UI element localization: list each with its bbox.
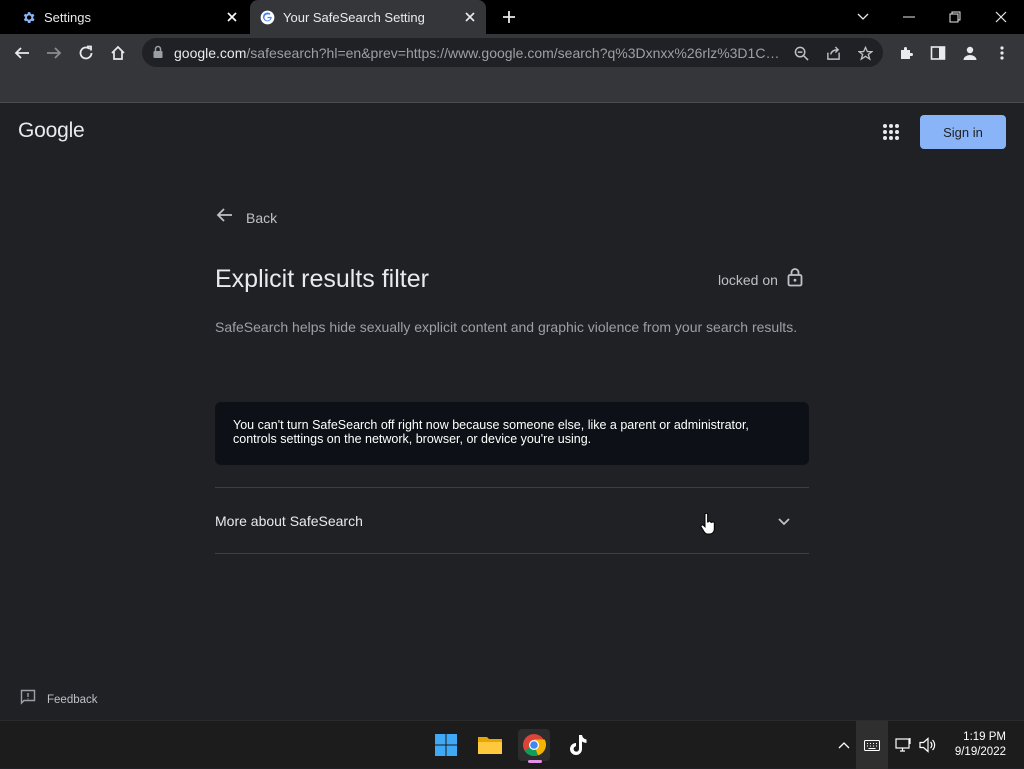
back-arrow-icon[interactable] [9,40,35,66]
locked-notice: You can't turn SafeSearch off right now … [215,402,809,465]
back-link[interactable]: Back [216,207,277,228]
url-text: google.com/safesearch?hl=en&prev=https:/… [174,45,784,61]
menu-kebab-icon[interactable] [989,40,1015,66]
tab-search-chevron-icon[interactable] [851,5,875,29]
share-icon[interactable] [822,42,844,64]
apps-grid-icon[interactable] [879,120,903,144]
restore-icon[interactable] [943,5,967,29]
minimize-icon[interactable] [897,5,921,29]
feedback-link[interactable]: Feedback [20,689,98,710]
gear-icon [20,9,36,25]
tab-title: Settings [44,10,91,25]
more-about-label: More about SafeSearch [215,512,363,529]
volume-icon[interactable] [917,733,939,757]
file-explorer-icon[interactable] [474,729,506,761]
close-tab-icon[interactable] [462,9,478,25]
google-logo[interactable]: Google [18,119,85,143]
tab-title: Your SafeSearch Setting [283,10,425,25]
lock-icon[interactable] [152,45,164,59]
address-bar[interactable]: google.com/safesearch?hl=en&prev=https:/… [142,38,883,67]
windows-taskbar: 1:19 PM 9/19/2022 [0,720,1024,769]
touch-keyboard-icon[interactable] [856,721,888,769]
close-window-icon[interactable] [989,5,1013,29]
close-tab-icon[interactable] [224,9,240,25]
bookmark-bar [0,71,1024,103]
safesearch-page: Google Sign in Back Explicit results fil… [0,103,1024,720]
windows-start-icon[interactable] [430,729,462,761]
locked-status-label: locked on [718,271,778,288]
extensions-puzzle-icon[interactable] [893,40,919,66]
taskbar-clock[interactable]: 1:19 PM 9/19/2022 [944,730,1006,760]
new-tab-button[interactable] [499,7,519,27]
reload-icon[interactable] [73,40,99,66]
chrome-icon[interactable] [518,729,550,761]
network-icon[interactable] [893,733,915,757]
bookmark-star-icon[interactable] [854,42,876,64]
description: SafeSearch helps hide sexually explicit … [215,319,798,335]
tab-settings[interactable]: Settings [0,0,245,34]
feedback-label: Feedback [47,693,98,706]
url-host: google.com [174,45,247,61]
tab-safesearch[interactable]: Your SafeSearch Setting [250,0,486,34]
divider [215,553,809,554]
profile-avatar-icon[interactable] [957,40,983,66]
lock-icon [787,267,803,292]
forward-arrow-icon[interactable] [41,40,67,66]
side-panel-icon[interactable] [925,40,951,66]
clock-time: 1:19 PM [963,731,1006,743]
feedback-icon [20,689,36,710]
more-about-safesearch-expander[interactable]: More about SafeSearch [215,488,809,553]
tray-chevron-up-icon[interactable] [833,733,855,757]
tab-strip: Settings Your SafeSearch Setting [0,0,1024,34]
chevron-down-icon [777,514,791,528]
hand-cursor-icon [700,512,716,535]
locked-status: locked on [718,267,803,292]
google-g-icon [259,9,275,25]
clock-date: 9/19/2022 [954,746,1006,758]
tiktok-icon[interactable] [562,729,594,761]
active-app-indicator [528,760,542,763]
back-arrow-icon [216,207,233,228]
zoom-icon[interactable] [790,42,812,64]
page-title: Explicit results filter [215,265,429,293]
url-path: /safesearch?hl=en&prev=https://www.googl… [246,45,784,61]
back-label: Back [246,209,278,226]
home-icon[interactable] [105,40,131,66]
browser-toolbar: google.com/safesearch?hl=en&prev=https:/… [0,34,1024,71]
sign-in-button[interactable]: Sign in [920,115,1006,149]
